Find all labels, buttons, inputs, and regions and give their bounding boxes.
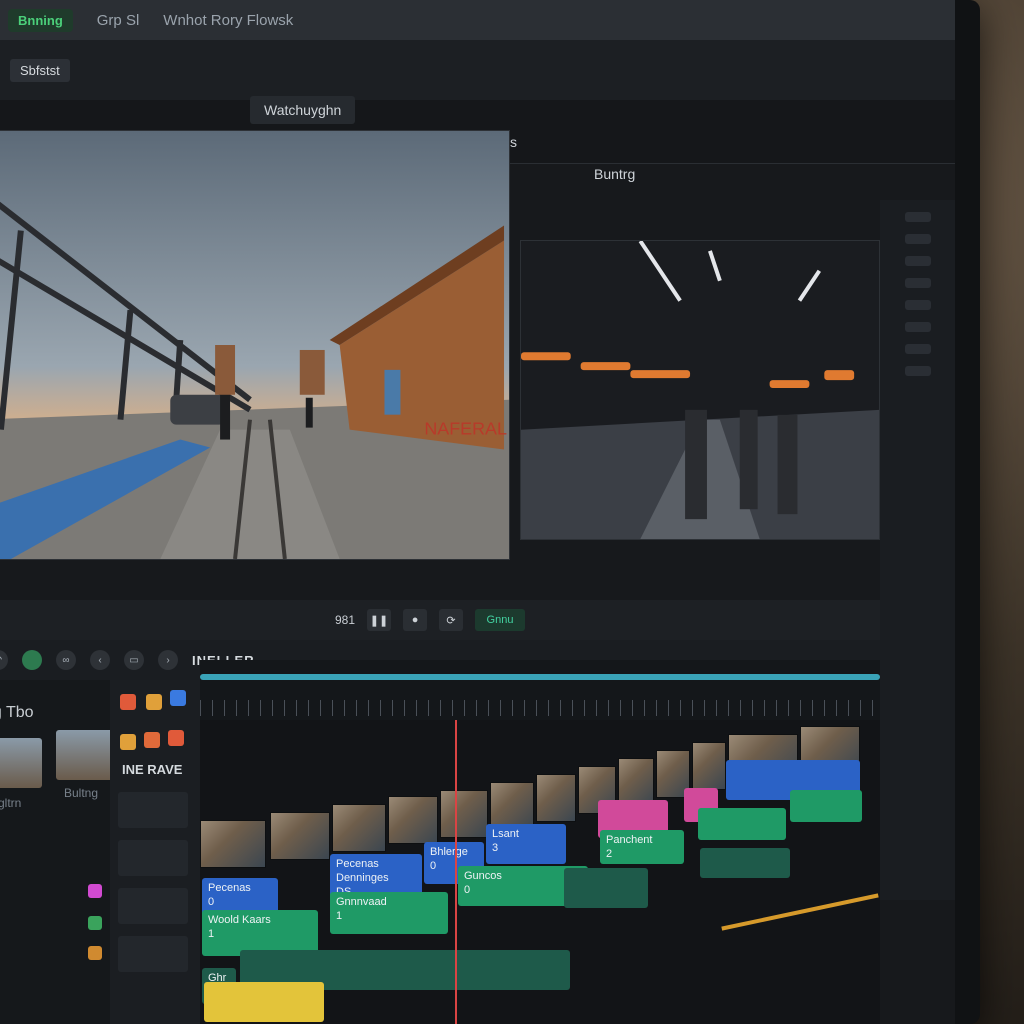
record-arm-icon[interactable] [120, 694, 136, 710]
color-label-magenta[interactable] [88, 884, 102, 898]
clip-index: 2 [606, 848, 613, 860]
track-header[interactable] [118, 840, 188, 876]
track-headers: INE RAVE [110, 680, 200, 1024]
color-label-orange[interactable] [88, 946, 102, 960]
record-button[interactable]: ● [403, 609, 428, 631]
video-clip-thumbnail[interactable] [388, 796, 438, 844]
audio-clip[interactable] [700, 848, 790, 878]
video-clip-thumbnail[interactable] [618, 758, 654, 806]
track-header[interactable] [118, 792, 188, 828]
inspector-control[interactable] [904, 234, 931, 244]
inspector-control[interactable] [904, 256, 931, 266]
clip-index: 3 [492, 842, 499, 854]
undo-icon[interactable]: ↶ [0, 650, 8, 670]
clip-name: Panchent [606, 834, 653, 846]
source-viewer[interactable]: NAFERAL [0, 130, 510, 560]
bin-item[interactable]: Bygltrn [0, 796, 21, 810]
bin-title: ng Tbo [0, 704, 34, 721]
program-viewer[interactable] [520, 240, 880, 540]
video-clip-thumbnail[interactable] [332, 804, 386, 852]
video-clip-thumbnail[interactable] [536, 774, 576, 822]
eye-icon[interactable] [168, 730, 184, 746]
audio-clip[interactable] [790, 790, 862, 822]
inspector-control[interactable] [904, 300, 931, 310]
program-frame [521, 241, 879, 539]
main-toolbar: Sbfstst [0, 40, 955, 100]
clip-index: 1 [336, 910, 343, 922]
project-selector[interactable]: Grp Sl [97, 12, 140, 29]
chevron-left-icon[interactable]: ‹ [90, 650, 110, 670]
render-button[interactable]: Gnnu [475, 609, 526, 631]
chevron-right-icon[interactable]: › [158, 650, 178, 670]
title-bar: Bnning Grp Sl Wnhot Rory Flowsk [0, 0, 955, 40]
bin-thumbnail[interactable] [56, 730, 118, 780]
loop-button[interactable]: ⟳ [439, 609, 464, 631]
playhead[interactable] [455, 720, 457, 1024]
tab-watch[interactable]: Watchuyghn [250, 96, 356, 124]
video-clip[interactable]: Lsant 3 [486, 824, 566, 864]
monitor: Bnning Grp Sl Wnhot Rory Flowsk Sbfstst … [0, 0, 980, 1024]
video-clip-thumbnail[interactable] [440, 790, 488, 838]
timeline-tracks[interactable]: Pecenas 0 Pecenas Denninges DS Bhlerge 0… [200, 720, 880, 1024]
clip-name: Pecenas [208, 882, 251, 894]
solo-icon[interactable] [146, 694, 162, 710]
bin-thumbnail[interactable] [0, 738, 42, 788]
bin-item[interactable]: Bultng [64, 786, 98, 800]
home-icon[interactable] [120, 734, 136, 750]
monitor-icon[interactable]: ▭ [124, 650, 144, 670]
inspector-panel [880, 200, 955, 900]
source-frame: NAFERAL [0, 131, 509, 559]
video-clip-thumbnail[interactable] [490, 782, 534, 830]
marker-clip[interactable] [204, 982, 324, 1022]
audio-clip[interactable] [564, 868, 648, 908]
clip-name: Bhlerge [430, 846, 468, 858]
inspector-control[interactable] [904, 322, 931, 332]
mute-icon[interactable] [144, 732, 160, 748]
track-header[interactable] [118, 936, 188, 972]
inspector-control[interactable] [904, 366, 931, 376]
audio-clip[interactable] [698, 808, 786, 840]
tab-right-panel[interactable]: Buntrg [580, 160, 649, 188]
inspector-control[interactable] [904, 344, 931, 354]
link-icon[interactable]: ∞ [56, 650, 76, 670]
clip-name: Lsant [492, 828, 519, 840]
window-title: Wnhot Rory Flowsk [163, 11, 294, 29]
snap-icon[interactable] [22, 650, 42, 670]
graffiti-text: NAFERAL [424, 419, 507, 439]
inspector-control[interactable] [904, 212, 931, 222]
clip-name: Woold Kaars [208, 914, 271, 926]
clip-name: Pecenas Denninges [336, 858, 389, 884]
track-header[interactable] [118, 888, 188, 924]
video-clip-thumbnail[interactable] [692, 742, 726, 790]
timeline-ruler[interactable] [200, 660, 880, 720]
audio-clip[interactable]: Gnnnvaad 1 [330, 892, 448, 934]
video-clip-thumbnail[interactable] [200, 820, 266, 868]
clip-index: 1 [208, 928, 215, 940]
mode-chip[interactable]: Sbfstst [10, 58, 70, 82]
editor-screen: Bnning Grp Sl Wnhot Rory Flowsk Sbfstst … [0, 0, 955, 1024]
audio-clip[interactable]: Panchent 2 [600, 830, 684, 864]
clip-index: 0 [208, 896, 215, 908]
media-bin: ng Tbo Bygltrn Bultng [0, 680, 118, 1024]
app-menu-button[interactable]: Bnning [8, 8, 73, 32]
ruler-ticks [200, 700, 880, 716]
timecode-display: 981 [334, 613, 356, 627]
track-group-label: INE RAVE [122, 762, 183, 777]
video-clip-thumbnail[interactable] [270, 812, 330, 860]
audio-waveform-line [721, 893, 879, 931]
color-label-green[interactable] [88, 916, 102, 930]
lock-icon[interactable] [170, 690, 186, 706]
transport-controls: 981 ❚❚ ● ⟳ Gnnu [0, 600, 880, 640]
inspector-control[interactable] [904, 278, 931, 288]
clip-name: Gnnnvaad [336, 896, 387, 908]
pause-button[interactable]: ❚❚ [367, 609, 392, 631]
work-area-bar[interactable] [200, 674, 880, 680]
